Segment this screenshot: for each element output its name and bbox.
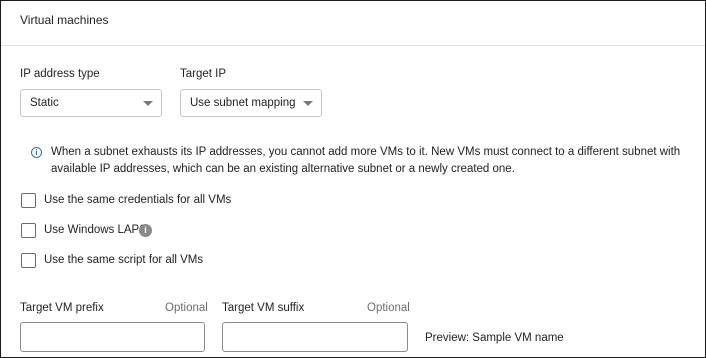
section-divider [1, 45, 705, 46]
target-ip-value: Use subnet mapping [190, 97, 296, 109]
vm-prefix-label: Target VM prefix [20, 302, 104, 314]
checkbox-label: Use the same script for all VMs [44, 254, 204, 266]
same-script-checkbox[interactable] [21, 253, 36, 268]
virtual-machines-panel: Virtual machines IP address type Static … [0, 0, 706, 358]
info-icon: i [31, 147, 42, 158]
ip-address-type-label: IP address type [20, 68, 100, 80]
windows-laps-checkbox[interactable] [21, 223, 36, 238]
ip-address-type-value: Static [30, 97, 59, 109]
info-message-text: When a subnet exhausts its IP addresses,… [51, 146, 681, 175]
vm-name-preview: Preview: Sample VM name [425, 332, 564, 344]
vm-prefix-input[interactable] [20, 322, 205, 352]
vm-suffix-input[interactable] [222, 322, 408, 352]
vm-suffix-optional: Optional [367, 302, 410, 314]
help-icon[interactable]: i [139, 224, 152, 237]
section-title: Virtual machines [20, 13, 109, 27]
ip-address-type-dropdown[interactable]: Static [20, 89, 162, 117]
checkbox-label: Use the same credentials for all VMs [44, 194, 232, 206]
checkbox-label: Use Windows LAPS [44, 224, 147, 236]
target-ip-label: Target IP [180, 68, 227, 80]
vm-prefix-optional: Optional [165, 302, 208, 314]
same-credentials-checkbox[interactable] [21, 193, 36, 208]
chevron-down-icon [303, 101, 313, 106]
vm-suffix-label: Target VM suffix [222, 302, 305, 314]
target-ip-dropdown[interactable]: Use subnet mapping [180, 89, 322, 117]
chevron-down-icon [143, 101, 153, 106]
